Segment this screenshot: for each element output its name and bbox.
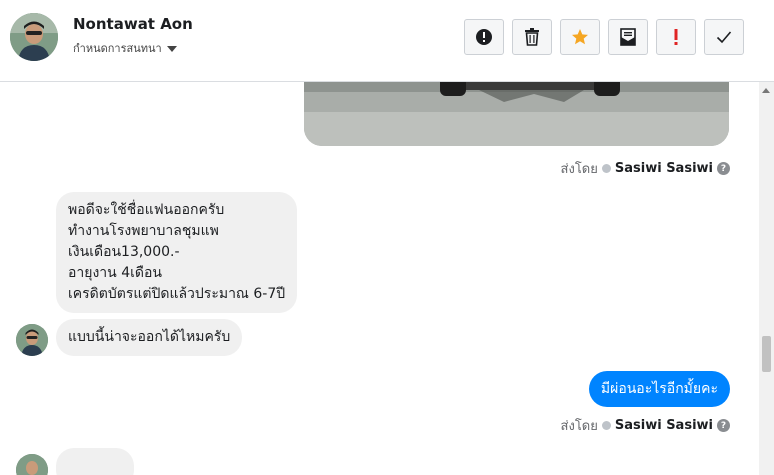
conversation-header: Nontawat Aon กำหนดการสนทนา <box>0 0 774 82</box>
trash-icon <box>525 28 539 46</box>
star-icon <box>572 29 588 45</box>
scrollbar-thumb[interactable] <box>762 336 771 372</box>
check-icon <box>716 31 732 44</box>
message-text: แบบนี้น่าจะออกได้ไหมครับ <box>68 329 231 345</box>
incoming-message[interactable]: แบบนี้น่าจะออกได้ไหมครับ <box>56 319 243 356</box>
scroll-up-icon[interactable] <box>762 88 770 93</box>
caret-down-icon <box>166 45 177 52</box>
sent-by-info: ส่งโดย Sasiwi Sasiwi ? <box>561 415 730 436</box>
message-line: ทำงานโรงพยาบาลชุมแพ <box>68 223 219 239</box>
page-icon <box>601 164 611 173</box>
sent-by-info: ส่งโดย Sasiwi Sasiwi ? <box>561 158 730 179</box>
sent-by-label: ส่งโดย <box>560 419 598 434</box>
message-line: เครดิตบัตรแต่ปิดแล้วประมาณ 6-7ปี <box>68 286 286 302</box>
mark-done-button[interactable] <box>704 19 744 55</box>
mark-important-button[interactable] <box>656 19 696 55</box>
message-text: มีผ่อนอะไรอีกมั้ยคะ <box>600 381 718 397</box>
conversation-toolbar <box>464 19 744 55</box>
thread-scrollbar[interactable] <box>759 82 774 475</box>
sent-by-label: ส่งโดย <box>560 162 598 177</box>
help-icon[interactable]: ? <box>717 419 730 432</box>
contact-avatar-small[interactable] <box>16 454 48 475</box>
report-button[interactable] <box>464 19 504 55</box>
message-line: เงินเดือน13,000.- <box>68 244 180 260</box>
image-attachment[interactable] <box>304 82 729 146</box>
outgoing-message[interactable]: มีผ่อนอะไรอีกมั้ยคะ <box>588 371 730 407</box>
contact-name[interactable]: Nontawat Aon <box>73 15 193 33</box>
exclamation-icon <box>674 29 678 45</box>
alert-circle-icon <box>476 29 492 45</box>
incoming-message[interactable]: พอดีจะใช้ชื่อแฟนออกครับ ทำงานโรงพยาบาลชุ… <box>56 192 298 313</box>
star-button[interactable] <box>560 19 600 55</box>
conversation-schedule-dropdown[interactable]: กำหนดการสนทนา <box>73 39 177 57</box>
delete-button[interactable] <box>512 19 552 55</box>
conversation-schedule-label: กำหนดการสนทนา <box>73 42 162 55</box>
sender-name[interactable]: Sasiwi Sasiwi <box>615 161 713 176</box>
message-line: พอดีจะใช้ชื่อแฟนออกครับ <box>68 202 225 218</box>
message-line: อายุงาน 4เดือน <box>68 265 162 281</box>
contact-avatar-small[interactable] <box>16 324 48 356</box>
page-icon <box>601 421 611 430</box>
help-icon[interactable]: ? <box>717 162 730 175</box>
incoming-message-partial[interactable] <box>56 448 134 475</box>
contact-avatar[interactable] <box>10 13 58 61</box>
sender-name[interactable]: Sasiwi Sasiwi <box>615 418 713 433</box>
mail-icon <box>620 28 636 46</box>
archive-button[interactable] <box>608 19 648 55</box>
message-thread[interactable]: ส่งโดย Sasiwi Sasiwi ? พอดีจะใช้ชื่อแฟนอ… <box>0 82 774 475</box>
